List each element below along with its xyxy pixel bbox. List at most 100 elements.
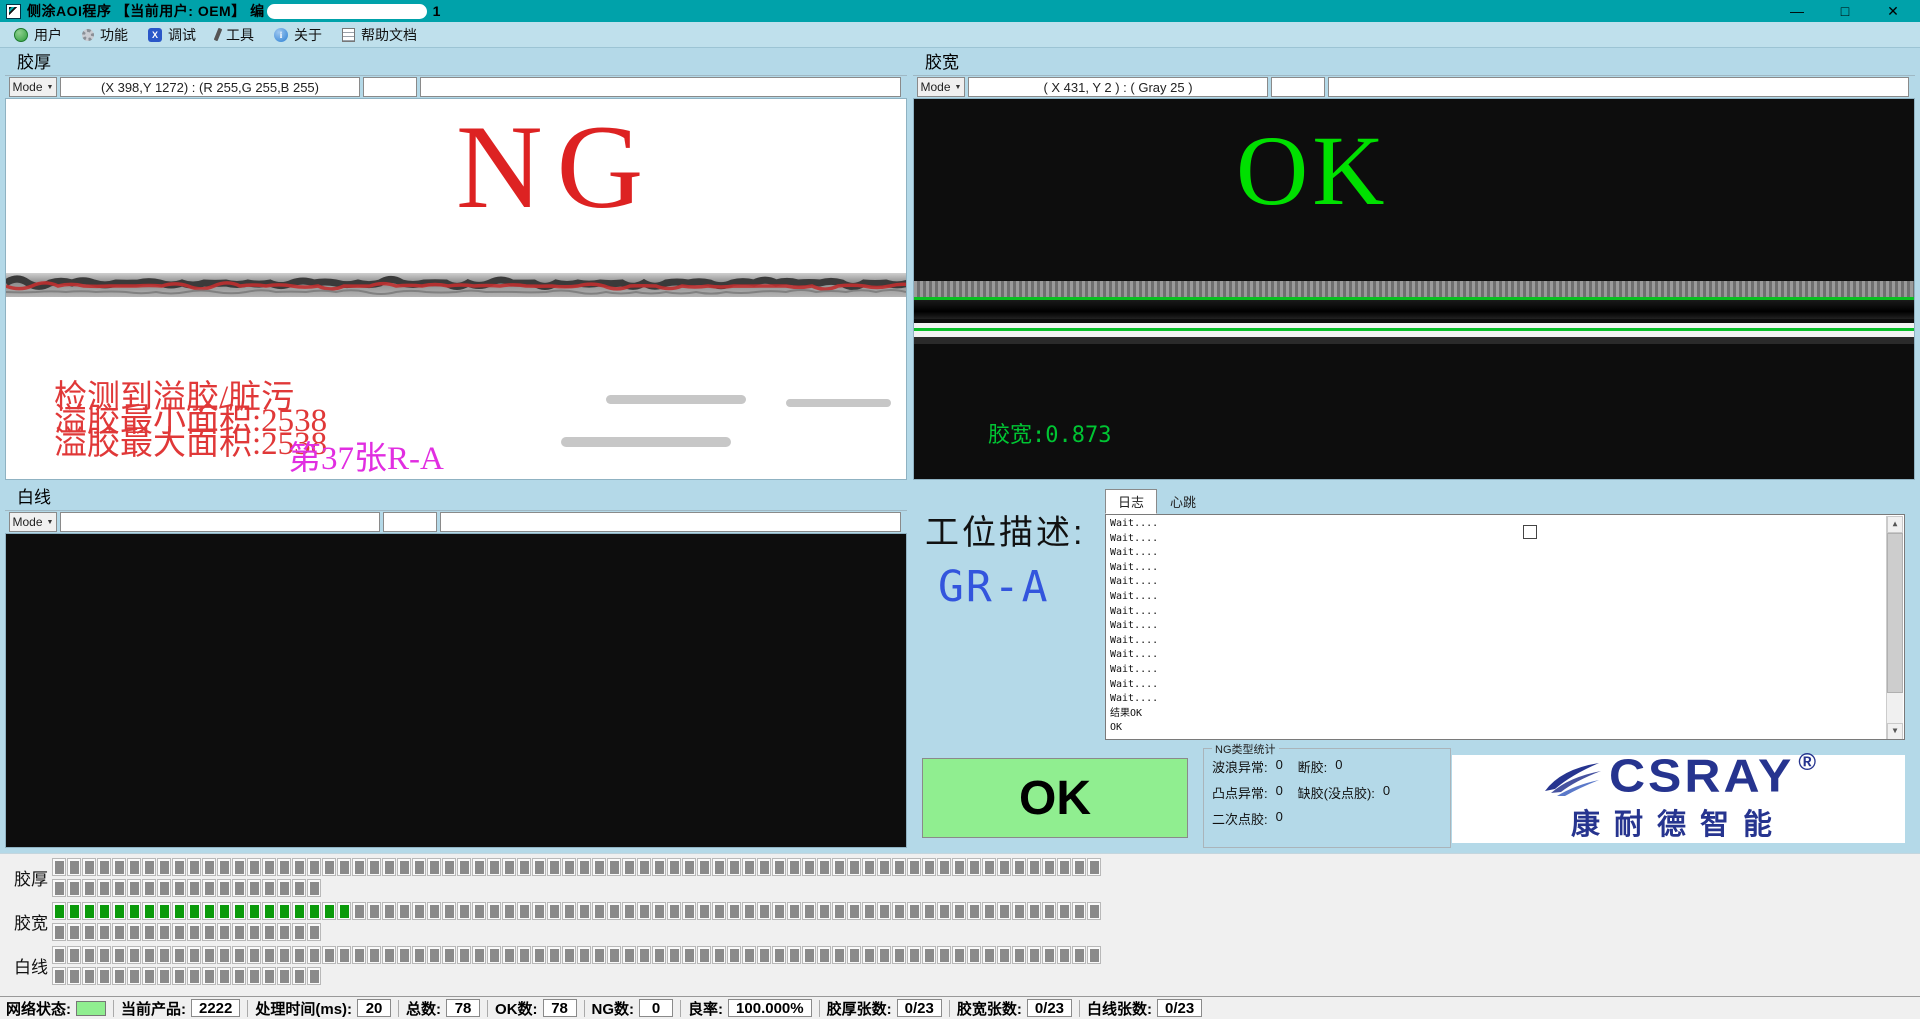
ng-stat-item: 断胶:0 bbox=[1298, 757, 1395, 776]
progress-cell bbox=[802, 858, 816, 876]
menu-bar: 用户功能X调试工具 i 关于 帮助文档 bbox=[0, 22, 1920, 48]
progress-cell-filled bbox=[127, 902, 141, 920]
menu-item-debug[interactable]: X调试 bbox=[142, 23, 210, 47]
progress-cell bbox=[187, 967, 201, 985]
glue-edge-strip-image bbox=[6, 273, 906, 297]
menu-item-label: 调试 bbox=[168, 25, 196, 45]
white-line-mode-dropdown[interactable]: Mode ▼ bbox=[9, 512, 57, 532]
defect-text-overlay: 检测到溢胶/脏污 溢胶最小面积:2538 溢胶最大面积:2538 bbox=[54, 387, 327, 456]
menu-item-tools[interactable]: 工具 bbox=[210, 23, 268, 47]
progress-cell bbox=[97, 923, 111, 941]
progress-cell bbox=[307, 967, 321, 985]
progress-cell bbox=[682, 946, 696, 964]
status-item: 胶厚张数:0/23 bbox=[827, 998, 942, 1019]
progress-cell bbox=[292, 923, 306, 941]
progress-cell bbox=[1057, 858, 1071, 876]
progress-cell bbox=[487, 902, 501, 920]
log-scrollbar[interactable]: ▲ ▼ bbox=[1886, 516, 1903, 740]
progress-cell bbox=[1072, 902, 1086, 920]
progress-cell bbox=[607, 858, 621, 876]
progress-cell bbox=[202, 923, 216, 941]
log-line: Wait.... bbox=[1110, 605, 1884, 620]
progress-cell bbox=[937, 858, 951, 876]
progress-cell-filled bbox=[112, 902, 126, 920]
progress-cell bbox=[472, 946, 486, 964]
progress-cell bbox=[427, 858, 441, 876]
status-label: 当前产品: bbox=[121, 998, 186, 1019]
progress-cell bbox=[637, 946, 651, 964]
frame-tag-overlay: 第37张R-A bbox=[288, 431, 444, 479]
progress-cell bbox=[982, 858, 996, 876]
status-bar: 网络状态:当前产品:2222处理时间(ms):20总数:78OK数:78NG数:… bbox=[0, 996, 1920, 1019]
glue-thickness-image[interactable]: NG 检测到溢胶/脏污 溢胶最小面积:2538 溢胶最大面积:2538 第37张… bbox=[5, 98, 907, 480]
status-item: 胶宽张数:0/23 bbox=[957, 998, 1072, 1019]
app-icon bbox=[6, 4, 21, 19]
progress-cell bbox=[847, 858, 861, 876]
menu-item-user[interactable]: 用户 bbox=[8, 23, 76, 47]
progress-row bbox=[52, 902, 1101, 920]
menu-item-func[interactable]: 功能 bbox=[76, 23, 142, 47]
log-checkbox[interactable] bbox=[1523, 525, 1537, 539]
maximize-button[interactable]: □ bbox=[1836, 3, 1854, 20]
glue-edge-trace-bottom bbox=[914, 328, 1914, 331]
progress-cell bbox=[712, 858, 726, 876]
helpdoc-icon bbox=[342, 28, 355, 42]
title-bar: 侧涂AOI程序 【当前用户: OEM】 编 1 — □ ✕ bbox=[0, 0, 1920, 22]
menu-item-label: 关于 bbox=[294, 25, 322, 45]
progress-cell bbox=[67, 967, 81, 985]
log-tab-日志[interactable]: 日志 bbox=[1105, 489, 1157, 514]
scroll-up-icon[interactable]: ▲ bbox=[1887, 516, 1903, 533]
progress-cell bbox=[1087, 858, 1101, 876]
progress-cell bbox=[742, 902, 756, 920]
redaction-smudge bbox=[786, 399, 891, 407]
progress-cell bbox=[172, 879, 186, 897]
log-line: Wait.... bbox=[1110, 546, 1884, 561]
user-icon bbox=[14, 28, 28, 42]
ng-stat-label: 波浪异常: bbox=[1212, 757, 1268, 776]
ng-stat-value: 0 bbox=[1335, 757, 1347, 776]
progress-group-白线: 白线 bbox=[0, 946, 1920, 985]
glue-width-mode-dropdown[interactable]: Mode ▼ bbox=[917, 77, 965, 97]
scrollbar-thumb[interactable] bbox=[1887, 533, 1903, 693]
vendor-logo: CSRAY ® 康耐德智能 bbox=[1452, 755, 1905, 843]
menu-item-about[interactable]: i 关于 bbox=[268, 23, 336, 47]
log-list[interactable]: Wait....Wait....Wait....Wait....Wait....… bbox=[1105, 514, 1905, 740]
progress-cell bbox=[157, 858, 171, 876]
scroll-down-icon[interactable]: ▼ bbox=[1887, 723, 1903, 740]
progress-cell bbox=[547, 946, 561, 964]
ng-stats-title: NG类型统计 bbox=[1212, 741, 1279, 757]
progress-cell bbox=[82, 967, 96, 985]
menu-item-helpdoc[interactable]: 帮助文档 bbox=[336, 23, 431, 47]
progress-cell bbox=[952, 858, 966, 876]
glue-band-tail bbox=[914, 337, 1914, 344]
close-button[interactable]: ✕ bbox=[1884, 3, 1902, 20]
progress-cell-filled bbox=[202, 902, 216, 920]
progress-cell bbox=[82, 923, 96, 941]
progress-cell bbox=[397, 946, 411, 964]
minimize-button[interactable]: — bbox=[1788, 3, 1806, 20]
glue-thickness-mode-dropdown[interactable]: Mode ▼ bbox=[9, 77, 57, 97]
log-tab-心跳[interactable]: 心跳 bbox=[1157, 489, 1209, 514]
progress-cell bbox=[487, 946, 501, 964]
progress-cell bbox=[532, 902, 546, 920]
progress-cell bbox=[592, 858, 606, 876]
progress-cell-filled bbox=[187, 902, 201, 920]
status-separator bbox=[487, 1000, 488, 1017]
progress-cell bbox=[1042, 902, 1056, 920]
white-line-image[interactable] bbox=[5, 533, 907, 848]
progress-cell bbox=[1072, 858, 1086, 876]
progress-cell-filled bbox=[82, 902, 96, 920]
progress-cell bbox=[67, 879, 81, 897]
progress-cell bbox=[997, 858, 1011, 876]
glue-width-image[interactable]: OK 胶宽:0.873 bbox=[913, 98, 1915, 480]
progress-cell bbox=[307, 946, 321, 964]
about-icon: i bbox=[274, 28, 288, 42]
progress-cell-filled bbox=[97, 902, 111, 920]
progress-cell bbox=[112, 879, 126, 897]
progress-cell bbox=[127, 923, 141, 941]
progress-cell bbox=[247, 967, 261, 985]
log-line: Wait.... bbox=[1110, 532, 1884, 547]
menu-item-label: 帮助文档 bbox=[361, 25, 417, 45]
progress-cell bbox=[532, 858, 546, 876]
overall-result-button[interactable]: OK bbox=[922, 758, 1188, 838]
